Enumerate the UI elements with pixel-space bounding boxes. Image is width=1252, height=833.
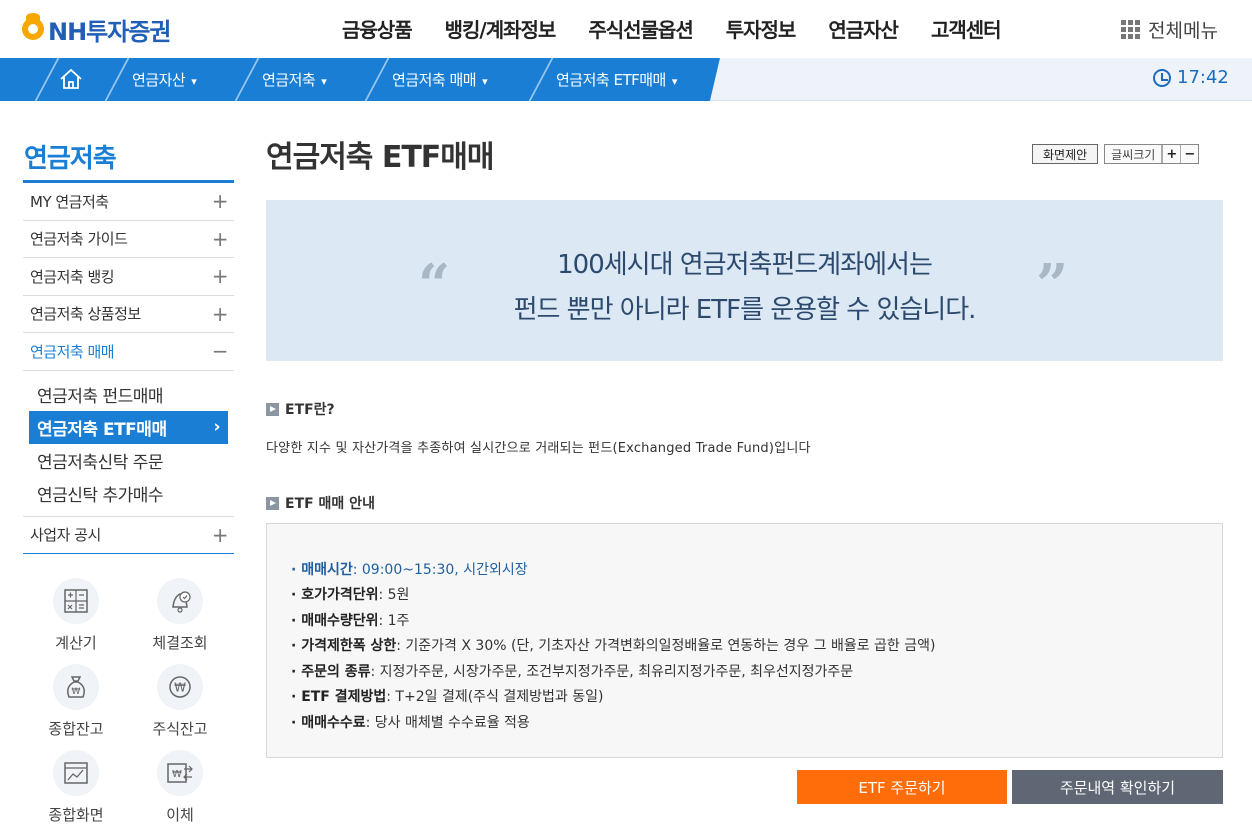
chevron-down-icon: ▾ — [191, 75, 197, 88]
list-item: · 호가가격단위 : 5원 — [291, 587, 410, 604]
breadcrumb-item-trade[interactable]: 연금저축 매매 ▾ — [392, 69, 488, 90]
gnb-investment-info[interactable]: 투자정보 — [726, 14, 797, 43]
page-title: 연금저축 ETF매매 — [266, 140, 494, 175]
sidebar-sub-list: 연금저축 펀드매매 연금저축 ETF매매 › 연금저축신탁 주문 연금신탁 추가매… — [23, 371, 234, 517]
quick-calculator[interactable]: 계산기 — [26, 578, 126, 653]
quick-total-screen[interactable]: 종합화면 — [26, 750, 126, 825]
order-history-button[interactable]: 주문내역 확인하기 — [1012, 770, 1223, 804]
trade-guide-box: · 매매시간 : 09:00~15:30, 시간외시장 · 호가가격단위 : 5… — [266, 523, 1223, 758]
clock: 17:42 — [1153, 67, 1229, 88]
svg-text:₩: ₩ — [72, 687, 81, 697]
svg-text:₩: ₩ — [172, 769, 182, 780]
section-heading-etf-trade-guide: ETF 매매 안내 — [266, 493, 375, 513]
all-menu-button[interactable]: 전체메뉴 — [1121, 16, 1218, 43]
clock-icon — [1153, 68, 1171, 87]
logo[interactable]: NH투자증권 — [22, 13, 171, 46]
global-nav: 금융상품 뱅킹/계좌정보 주식선물옵션 투자정보 연금자산 고객센터 — [342, 14, 1034, 43]
all-menu-label: 전체메뉴 — [1148, 20, 1218, 42]
plus-icon[interactable]: + — [212, 189, 229, 213]
logo-text: NH투자증권 — [48, 17, 171, 46]
quick-execution-inquiry[interactable]: 체결조회 — [130, 578, 230, 653]
location-bar: 연금자산 ▾ 연금저축 ▾ 연금저축 매매 ▾ 연금저축 ETF매매 ▾ 17:42 — [0, 58, 1252, 101]
gnb-customer-center[interactable]: 고객센터 — [931, 14, 1002, 43]
sidebar-menu: MY 연금저축 + 연금저축 가이드 + 연금저축 뱅킹 + 연금저축 상품정보 + 연… — [23, 183, 234, 554]
breadcrumb-item-pension[interactable]: 연금자산 ▾ — [132, 69, 197, 90]
grid-menu-icon — [1121, 19, 1141, 40]
font-size-label: 글씨크기 — [1105, 145, 1163, 163]
sidebar-item-trade[interactable]: 연금저축 매매 − — [23, 333, 234, 371]
gnb-pension[interactable]: 연금자산 — [828, 14, 899, 43]
promo-banner: “ ” 100세시대 연금저축펀드계좌에서는 펀드 뿐만 아니라 ETF를 운용… — [266, 200, 1223, 361]
clock-time: 17:42 — [1177, 67, 1229, 88]
quick-transfer[interactable]: ₩ 이체 — [130, 750, 230, 825]
logo-mark-icon — [22, 13, 44, 40]
quick-total-balance[interactable]: ₩ 종합잔고 — [26, 664, 126, 739]
chevron-down-icon: ▾ — [482, 75, 488, 88]
screen-suggest-button[interactable]: 화면제안 — [1032, 144, 1099, 164]
font-increase-button[interactable]: + — [1162, 145, 1180, 163]
gnb-financial-products[interactable]: 금융상품 — [342, 14, 413, 43]
svg-text:₩: ₩ — [174, 681, 186, 695]
section-heading-etf-definition: ETF란? — [266, 399, 335, 419]
list-item: · ETF 결제방법 : T+2일 결제(주식 결제방법과 동일) — [291, 689, 604, 706]
calculator-icon — [53, 578, 99, 624]
minus-icon[interactable]: − — [212, 339, 229, 363]
section-bullet-icon — [266, 402, 279, 416]
font-size-control: 글씨크기 + − — [1104, 144, 1200, 164]
list-item: · 주문의 종류 : 지정가주문, 시장가주문, 조건부지정가주문, 최유리지정… — [291, 663, 854, 680]
banner-line-1: 100세시대 연금저축펀드계좌에서는 — [557, 250, 933, 280]
breadcrumb-item-savings[interactable]: 연금저축 ▾ — [262, 69, 327, 90]
gnb-banking[interactable]: 뱅킹/계좌정보 — [445, 14, 557, 43]
gnb-stocks-futures[interactable]: 주식선물옵션 — [588, 14, 693, 43]
font-decrease-button[interactable]: − — [1180, 145, 1198, 163]
list-item: · 매매수량단위 : 1주 — [291, 612, 410, 629]
sub-item-trust-order[interactable]: 연금저축신탁 주문 — [29, 444, 234, 477]
chevron-down-icon: ▾ — [321, 75, 327, 88]
breadcrumb: 연금자산 ▾ 연금저축 ▾ 연금저축 매매 ▾ 연금저축 ETF매매 ▾ — [0, 58, 720, 101]
money-bag-icon: ₩ — [53, 664, 99, 710]
banner-line-2: 펀드 뿐만 아니라 ETF를 운용할 수 있습니다. — [513, 295, 977, 325]
list-item: · 가격제한폭 상한 : 기준가격 X 30% (단, 기초자산 가격변화의일정… — [291, 638, 936, 655]
sidebar-item-my-pension[interactable]: MY 연금저축 + — [23, 183, 234, 221]
sub-item-trust-additional[interactable]: 연금신탁 추가매수 — [29, 477, 234, 510]
transfer-icon: ₩ — [157, 750, 203, 796]
home-icon[interactable] — [58, 67, 84, 91]
sub-item-etf-trade[interactable]: 연금저축 ETF매매 › — [29, 410, 228, 444]
list-item: · 매매수수료 : 당사 매체별 수수료율 적용 — [291, 714, 530, 731]
list-item: · 매매시간 : 09:00~15:30, 시간외시장 — [291, 561, 528, 578]
trade-guide-list: · 매매시간 : 09:00~15:30, 시간외시장 · 호가가격단위 : 5… — [291, 556, 935, 735]
sub-item-fund-trade[interactable]: 연금저축 펀드매매 — [29, 378, 234, 411]
chevron-down-icon: ▾ — [671, 75, 678, 88]
plus-icon[interactable]: + — [212, 264, 229, 288]
sidebar-item-product-info[interactable]: 연금저축 상품정보 + — [23, 296, 234, 333]
etf-order-button[interactable]: ETF 주문하기 — [797, 770, 1007, 804]
sidebar-item-guide[interactable]: 연금저축 가이드 + — [23, 221, 234, 258]
sidebar-title: 연금저축 — [24, 144, 117, 174]
sidebar-item-business-notice[interactable]: 사업자 공시 + — [23, 517, 234, 554]
sidebar-item-banking[interactable]: 연금저축 뱅킹 + — [23, 258, 234, 296]
plus-icon[interactable]: + — [212, 227, 229, 251]
plus-icon[interactable]: + — [212, 523, 229, 547]
section-bullet-icon — [266, 496, 279, 510]
quick-stock-balance[interactable]: ₩ 주식잔고 — [130, 664, 230, 739]
breadcrumb-item-etf-trade[interactable]: 연금저축 ETF매매 ▾ — [556, 69, 677, 90]
etf-definition-text: 다양한 지수 및 자산가격을 추종하여 실시간으로 거래되는 펀드(Exchan… — [266, 441, 811, 456]
page-tools: 화면제안 글씨크기 + − — [1032, 144, 1200, 164]
chevron-right-icon: › — [213, 417, 220, 437]
chart-screen-icon — [53, 750, 99, 796]
bell-check-icon — [157, 578, 203, 624]
top-header: NH투자증권 금융상품 뱅킹/계좌정보 주식선물옵션 투자정보 연금자산 고객센… — [0, 0, 1252, 58]
won-coin-icon: ₩ — [157, 664, 203, 710]
plus-icon[interactable]: + — [212, 302, 229, 326]
